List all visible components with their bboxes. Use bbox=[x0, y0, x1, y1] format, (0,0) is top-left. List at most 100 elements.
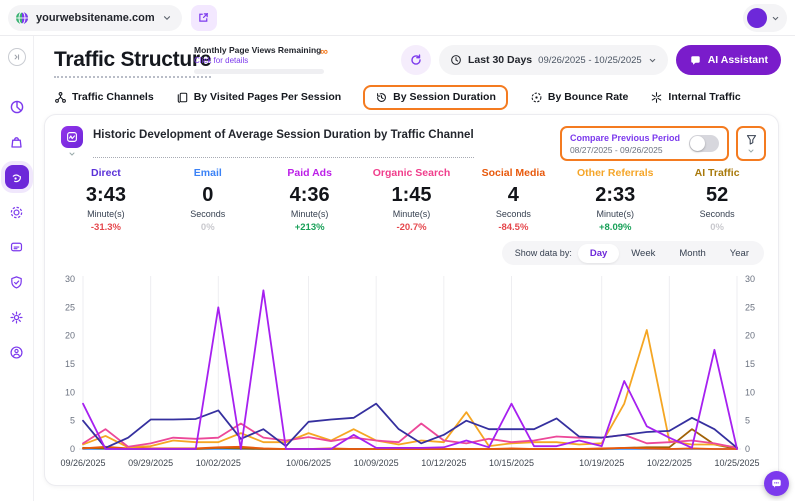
svg-text:25: 25 bbox=[745, 302, 755, 312]
chevron-down-icon[interactable] bbox=[68, 150, 76, 158]
chart-widget-icon[interactable] bbox=[61, 126, 83, 148]
metric-value: 3:43 bbox=[55, 184, 157, 207]
pages-icon bbox=[176, 91, 189, 104]
compare-toggle[interactable] bbox=[689, 135, 719, 152]
svg-text:09/29/2025: 09/29/2025 bbox=[128, 458, 173, 468]
main-content: Traffic Structure Monthly Page Views Rem… bbox=[34, 36, 795, 501]
metric-delta: 0% bbox=[666, 222, 768, 233]
metric-delta: +8.09% bbox=[564, 222, 666, 233]
collapse-arrow-icon bbox=[12, 52, 22, 62]
last-30-days-label: Last 30 Days bbox=[468, 54, 532, 66]
tab-session-duration[interactable]: By Session Duration bbox=[363, 85, 508, 110]
granularity-day[interactable]: Day bbox=[578, 244, 619, 263]
svg-text:5: 5 bbox=[70, 416, 75, 426]
svg-text:25: 25 bbox=[65, 302, 75, 312]
metric-unit: Seconds bbox=[666, 209, 768, 219]
sidebar-item-goals[interactable] bbox=[5, 200, 29, 224]
metric-delta: -31.3% bbox=[55, 222, 157, 233]
compare-previous-period: Compare Previous Period 08/27/2025 - 09/… bbox=[560, 126, 729, 161]
metric-delta: 0% bbox=[157, 222, 259, 233]
card-title: Historic Development of Average Session … bbox=[93, 129, 474, 158]
chat-bubble-icon bbox=[770, 477, 783, 490]
svg-text:10/02/2025: 10/02/2025 bbox=[196, 458, 241, 468]
gear-icon bbox=[9, 310, 24, 325]
sidebar-collapse-button[interactable] bbox=[8, 48, 26, 66]
open-site-button[interactable] bbox=[191, 5, 217, 31]
chat-square-icon bbox=[9, 240, 24, 255]
compare-range: 08/27/2025 - 09/26/2025 bbox=[570, 145, 680, 155]
svg-text:30: 30 bbox=[65, 274, 75, 284]
bounce-target-icon bbox=[530, 91, 543, 104]
chevron-down-icon bbox=[771, 14, 780, 23]
svg-text:10/15/2025: 10/15/2025 bbox=[489, 458, 534, 468]
metric-label: Organic Search bbox=[361, 167, 463, 179]
click-for-details-link[interactable]: Click for details bbox=[194, 56, 328, 65]
granularity-control: Show data by: Day Week Month Year bbox=[502, 241, 764, 265]
svg-text:09/26/2025: 09/26/2025 bbox=[60, 458, 105, 468]
sidebar-item-store[interactable] bbox=[5, 130, 29, 154]
metric-unit: Minute(s) bbox=[55, 209, 157, 219]
page-title: Traffic Structure bbox=[54, 48, 211, 78]
metric-value: 4 bbox=[462, 184, 564, 207]
tab-bounce-rate[interactable]: By Bounce Rate bbox=[530, 91, 629, 104]
metric-value: 2:33 bbox=[564, 184, 666, 207]
page-views-progressbar bbox=[194, 69, 324, 74]
support-chat-button[interactable] bbox=[764, 471, 789, 496]
metric-value: 52 bbox=[666, 184, 768, 207]
granularity-week[interactable]: Week bbox=[619, 244, 667, 263]
metric-unit: Minute(s) bbox=[259, 209, 361, 219]
sidebar-item-traffic[interactable] bbox=[5, 165, 29, 189]
chevron-down-icon bbox=[162, 13, 172, 23]
filter-button[interactable] bbox=[736, 126, 766, 161]
tab-label: Internal Traffic bbox=[668, 91, 740, 103]
session-duration-chart[interactable]: 00551010151520202525303009/26/202509/29/… bbox=[45, 269, 778, 478]
sidebar-item-visitors[interactable] bbox=[5, 340, 29, 364]
session-duration-card: Historic Development of Average Session … bbox=[44, 114, 779, 486]
metric-label: Paid Ads bbox=[259, 167, 361, 179]
svg-text:10/22/2025: 10/22/2025 bbox=[647, 458, 692, 468]
metric-ai-traffic: AI Traffic 52 Seconds 0% bbox=[666, 167, 768, 233]
user-menu[interactable] bbox=[743, 4, 787, 32]
metric-label: Email bbox=[157, 167, 259, 179]
tab-label: By Session Duration bbox=[393, 91, 496, 103]
metric-value: 0 bbox=[157, 184, 259, 207]
metric-unit: Minute(s) bbox=[564, 209, 666, 219]
chevron-down-icon bbox=[648, 56, 657, 65]
metric-email: Email 0 Seconds 0% bbox=[157, 167, 259, 233]
sidebar-item-analytics[interactable] bbox=[5, 95, 29, 119]
tab-visited-pages-per-session[interactable]: By Visited Pages Per Session bbox=[176, 91, 341, 104]
metric-label: Other Referrals bbox=[564, 167, 666, 179]
clock-icon bbox=[450, 54, 462, 66]
metric-label: Direct bbox=[55, 167, 157, 179]
asterisk-icon bbox=[650, 91, 663, 104]
sidebar-item-settings[interactable] bbox=[5, 305, 29, 329]
metric-delta: +213% bbox=[259, 222, 361, 233]
svg-text:10/25/2025: 10/25/2025 bbox=[714, 458, 759, 468]
granularity-year[interactable]: Year bbox=[718, 244, 761, 263]
tab-internal-traffic[interactable]: Internal Traffic bbox=[650, 91, 740, 104]
metric-organic-search: Organic Search 1:45 Minute(s) -20.7% bbox=[361, 167, 463, 233]
top-bar: yourwebsitename.com bbox=[0, 0, 795, 36]
site-selector[interactable]: yourwebsitename.com bbox=[8, 5, 182, 31]
metric-social-media: Social Media 4 Seconds -84.5% bbox=[462, 167, 564, 233]
sidebar-item-security[interactable] bbox=[5, 270, 29, 294]
external-link-icon bbox=[197, 11, 210, 24]
person-pin-icon bbox=[9, 345, 24, 360]
shopping-bag-icon bbox=[9, 135, 24, 150]
avatar bbox=[747, 8, 767, 28]
ai-assistant-button[interactable]: AI Assistant bbox=[676, 45, 781, 75]
refresh-button[interactable] bbox=[401, 45, 431, 75]
granularity-month[interactable]: Month bbox=[667, 244, 717, 263]
svg-text:10/06/2025: 10/06/2025 bbox=[286, 458, 331, 468]
date-range-picker[interactable]: Last 30 Days 09/26/2025 - 10/25/2025 bbox=[439, 45, 668, 75]
tab-label: Traffic Channels bbox=[72, 91, 154, 103]
tab-traffic-channels[interactable]: Traffic Channels bbox=[54, 91, 154, 104]
sidebar-item-feedback[interactable] bbox=[5, 235, 29, 259]
pie-chart-icon bbox=[9, 99, 25, 115]
metric-delta: -20.7% bbox=[361, 222, 463, 233]
date-range-value: 09/26/2025 - 10/25/2025 bbox=[538, 55, 642, 66]
tab-label: By Bounce Rate bbox=[548, 91, 629, 103]
traffic-radar-icon bbox=[9, 170, 24, 185]
svg-text:10/19/2025: 10/19/2025 bbox=[579, 458, 624, 468]
metric-direct: Direct 3:43 Minute(s) -31.3% bbox=[55, 167, 157, 233]
